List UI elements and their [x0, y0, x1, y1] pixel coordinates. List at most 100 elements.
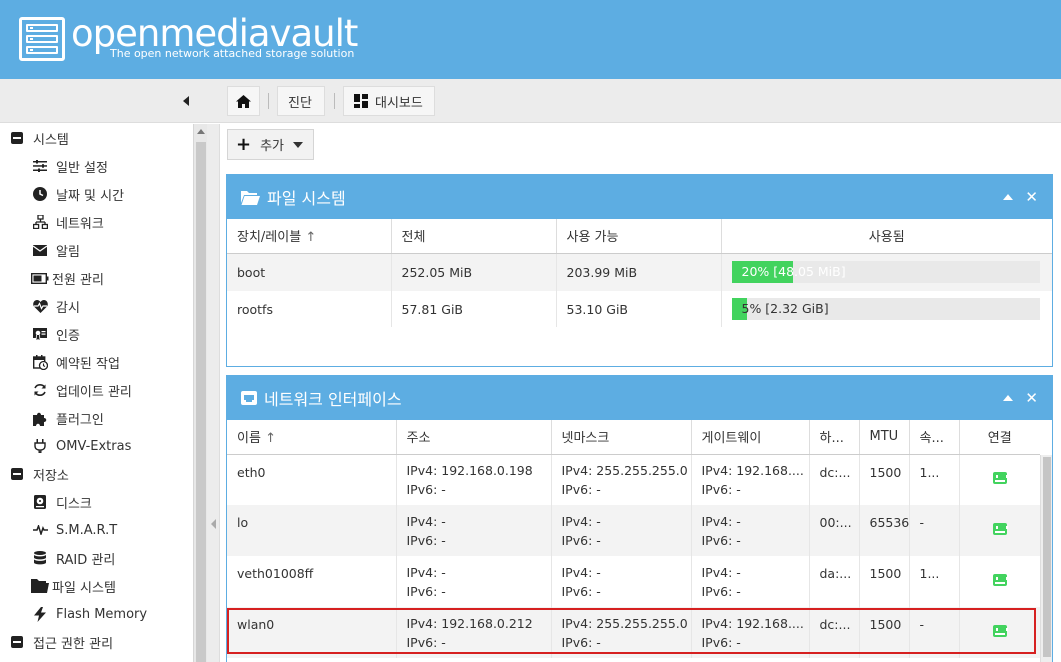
- iface-mtu: 1500: [859, 607, 910, 658]
- sidebar-item-smart[interactable]: S.M.A.R.T: [31, 516, 117, 544]
- sidebar-item-date-time[interactable]: 날짜 및 시간: [31, 180, 124, 208]
- sidebar-item-raid-management[interactable]: RAID 관리: [31, 544, 115, 572]
- column-header-used[interactable]: 사용됨: [721, 219, 1052, 254]
- iface-speed: -: [909, 607, 960, 658]
- sidebar-item-label: 일반 설정: [56, 160, 108, 176]
- column-header-link[interactable]: 연결: [959, 420, 1040, 455]
- table-row[interactable]: boot 252.05 MiB 203.99 MiB 20% [48.05 Mi…: [227, 253, 1052, 291]
- sidebar-item-certificates[interactable]: 인증: [31, 320, 80, 348]
- sidebar-item-scheduled-jobs[interactable]: 예약된 작업: [31, 348, 120, 376]
- iface-link: [959, 454, 1040, 505]
- breadcrumb-bar: [0, 79, 1061, 123]
- sidebar-item-label: OMV-Extras: [56, 438, 132, 454]
- breadcrumb-item-diagnostics[interactable]: 진단: [277, 86, 325, 116]
- sidebar-item-omv-extras[interactable]: OMV-Extras: [31, 432, 131, 460]
- network-card-icon: [241, 391, 257, 405]
- filesystem-table: 장치/레이블 ↑ 전체 사용 가능 사용됨 boot 252.05 MiB 20…: [227, 219, 1052, 327]
- sidebar-group-storage[interactable]: 저장소: [8, 460, 69, 488]
- column-header-address[interactable]: 주소: [396, 420, 552, 455]
- scroll-up-icon[interactable]: [197, 129, 205, 134]
- connected-icon: [992, 472, 1008, 485]
- breadcrumb-home[interactable]: [227, 86, 260, 116]
- column-header-netmask[interactable]: 넷마스크: [551, 420, 692, 455]
- column-header-device[interactable]: 장치/레이블 ↑: [227, 219, 392, 254]
- column-header-hwaddr[interactable]: 하...: [809, 420, 860, 455]
- sidebar-item-label: 디스크: [56, 496, 92, 512]
- iface-gateway: IPv4: 192.168.... IPv6: -: [691, 454, 810, 505]
- table-row[interactable]: eth0 IPv4: 192.168.0.198 IPv6: - IPv4: 255.…: [227, 454, 1040, 505]
- collapse-arrow-icon[interactable]: [211, 519, 216, 529]
- iface-address: IPv4: - IPv6: -: [396, 556, 552, 607]
- iface-netmask: IPv4: - IPv6: -: [551, 556, 692, 607]
- iface-link: [959, 505, 1040, 556]
- sidebar-item-notifications[interactable]: 알림: [31, 236, 80, 264]
- table-row[interactable]: lo IPv4: - IPv6: - IPv4: - IPv6: - IPv4: - IPv…: [227, 505, 1040, 556]
- sidebar-item-network[interactable]: 네트워크: [31, 208, 104, 236]
- iface-mtu: 65536: [859, 505, 910, 556]
- usage-text: 20% [48.05 MiB]: [741, 264, 846, 280]
- table-row[interactable]: veth01008ff IPv4: - IPv6: - IPv4: - IPv6: -I…: [227, 556, 1040, 607]
- collapse-sidebar-button[interactable]: [176, 91, 196, 111]
- dashboard-grid-icon: [354, 94, 368, 108]
- iface-gateway: IPv4: - IPv6: -: [691, 556, 810, 607]
- network-table-scrollbar[interactable]: [1040, 455, 1052, 662]
- collapse-icon: [8, 634, 26, 650]
- sidebar-item-disks[interactable]: 디스크: [31, 488, 92, 516]
- sliders-icon: [31, 158, 49, 174]
- scrollbar-thumb[interactable]: [196, 142, 206, 662]
- sidebar-item-label: 저장소: [33, 468, 69, 484]
- sidebar-item-label: Flash Memory: [56, 606, 148, 622]
- heartbeat-icon: [31, 298, 49, 314]
- sidebar-item-general-settings[interactable]: 일반 설정: [31, 152, 108, 180]
- panel-title: 파일 시스템: [267, 189, 346, 208]
- calendar-clock-icon: [31, 354, 49, 370]
- sidebar-group-system[interactable]: 시스템: [8, 124, 69, 152]
- table-row[interactable]: rootfs 57.81 GiB 53.10 GiB 5% [2.32 GiB]: [227, 291, 1052, 327]
- sidebar-item-plugins[interactable]: 플러그인: [31, 404, 104, 432]
- column-header-mtu[interactable]: MTU: [859, 420, 910, 455]
- sidebar-item-flash-memory[interactable]: Flash Memory: [31, 600, 147, 628]
- column-header-name[interactable]: 이름 ↑: [227, 420, 397, 455]
- iface-link: [959, 607, 1040, 658]
- collapse-panel-icon[interactable]: [1003, 194, 1014, 200]
- collapse-panel-icon[interactable]: [1003, 395, 1014, 401]
- breadcrumb-item-dashboard[interactable]: 대시보드: [343, 86, 435, 116]
- app-header: openmediavault The open network attached…: [0, 0, 1061, 79]
- sidebar-scrollbar[interactable]: [193, 124, 207, 662]
- iface-name: eth0: [227, 454, 397, 505]
- folder-icon: [31, 578, 49, 594]
- usage-bar: 20% [48.05 MiB]: [731, 261, 1040, 284]
- puzzle-icon: [31, 410, 49, 426]
- app-subtitle: The open network attached storage soluti…: [110, 47, 355, 60]
- iface-name: veth01008ff: [227, 556, 397, 607]
- iface-name: wlan0: [227, 607, 397, 658]
- sidebar-item-file-systems[interactable]: 파일 시스템: [31, 572, 116, 600]
- scrollbar-thumb[interactable]: [1043, 457, 1051, 657]
- iface-address: IPv4: - IPv6: -: [396, 505, 552, 556]
- table-row[interactable]: wlan0 IPv4: 192.168.0.212 IPv6: - IPv4: 255…: [227, 607, 1040, 658]
- sidebar-item-label: 시스템: [33, 132, 69, 148]
- sidebar-item-monitoring[interactable]: 감시: [31, 292, 80, 320]
- sidebar-item-label: S.M.A.R.T: [56, 522, 118, 538]
- column-header-gateway[interactable]: 게이트웨이: [691, 420, 810, 455]
- filesystem-panel: 파일 시스템 ✕ 장치/레이블 ↑ 전체 사용 가능 사용됨 boot 252.…: [226, 174, 1053, 367]
- sidebar-item-label: 예약된 작업: [56, 356, 120, 372]
- sidebar-item-label: 네트워크: [56, 216, 104, 232]
- filesystem-panel-header: 파일 시스템 ✕: [227, 175, 1052, 219]
- sidebar-item-power-management[interactable]: 전원 관리: [31, 264, 104, 292]
- close-icon[interactable]: ✕: [1025, 190, 1038, 205]
- iface-speed: 1...: [909, 556, 960, 607]
- add-widget-button[interactable]: + 추가: [227, 129, 314, 160]
- network-interfaces-panel: 네트워크 인터페이스 ✕ 이름 ↑ 주소 넷마스크 게이트웨이 하... MTU…: [226, 375, 1053, 662]
- column-header-total[interactable]: 전체: [391, 219, 557, 254]
- sort-asc-icon: ↑: [265, 431, 276, 447]
- close-icon[interactable]: ✕: [1025, 391, 1038, 406]
- column-header-available[interactable]: 사용 가능: [556, 219, 722, 254]
- column-header-speed[interactable]: 속...: [909, 420, 960, 455]
- iface-netmask: IPv4: 255.255.255.0 IPv6: -: [551, 607, 692, 658]
- sidebar-group-access-rights[interactable]: 접근 권한 관리: [8, 628, 113, 656]
- sidebar-item-update-management[interactable]: 업데이트 관리: [31, 376, 132, 404]
- fs-device: boot: [227, 253, 392, 291]
- sidebar-splitter[interactable]: [207, 124, 220, 662]
- breadcrumb-label: 대시보드: [375, 95, 423, 111]
